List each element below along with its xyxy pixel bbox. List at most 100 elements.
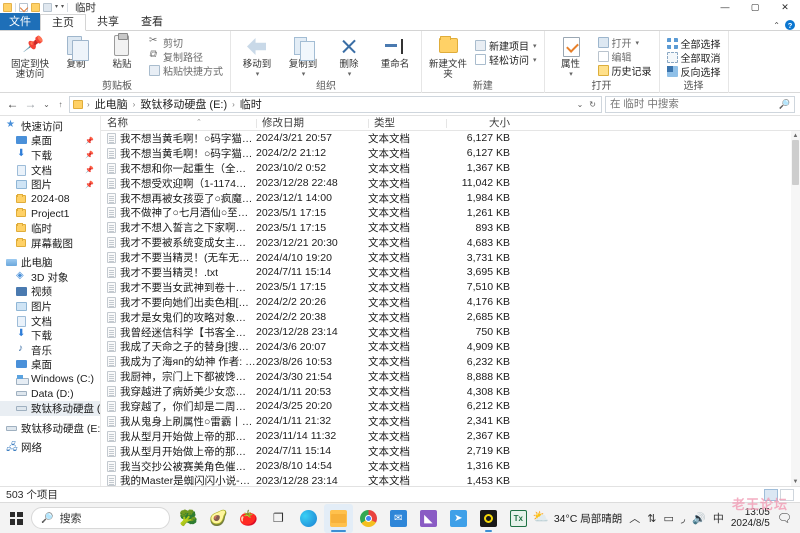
table-row[interactable]: 我穿越了，你们却是二周目=第715章[搜书吧].txt2024/3/25 20:… xyxy=(101,399,800,414)
file-name-cell[interactable]: 我曾经迷信科学【书客全本】.TXT xyxy=(101,325,256,340)
table-row[interactable]: 我才不要当精灵！(无车无房无老婆) [搜书吧].txt2024/4/10 19:… xyxy=(101,250,800,265)
file-name-cell[interactable]: 我不想再被女孩耍了○疯魔或否的部长○全本[.. xyxy=(101,191,256,206)
table-row[interactable]: 我从型月开始做上帝的那点事 作者: 紫衣.txt2023/11/14 11:32… xyxy=(101,429,800,444)
table-row[interactable]: 我穿越进了病娇美少女恋爱游戏[搜书吧].txt2024/1/11 20:53 文本… xyxy=(101,384,800,399)
table-row[interactable]: 我成为了海яп的幼神 作者: 冬量骨酒_125353.t...2023/8/26… xyxy=(101,354,800,369)
folder-icon[interactable] xyxy=(3,2,12,12)
file-name-cell[interactable]: 我才不要当精灵！(无车无房无老婆) [搜书吧].txt xyxy=(101,250,256,265)
sidebar-item-17[interactable]: Windows (C:) xyxy=(0,372,100,387)
table-row[interactable]: 我当交抄公被赛美角色催更了.txt 2023/8/10 14:54 文本文档 1,31… xyxy=(101,459,800,474)
excel-icon[interactable]: Tx xyxy=(504,504,533,533)
copy-to-button[interactable]: 复制到 ▾ xyxy=(281,33,325,78)
chevron-down-icon[interactable]: ▾ xyxy=(569,70,573,78)
sidebar-item-15[interactable]: 音乐 xyxy=(0,343,100,358)
file-name-cell[interactable]: 我从鬼身上刷属性○雷霸丨冷月大大○至527[... xyxy=(101,414,256,429)
file-name-cell[interactable]: 我不做神了○七月酒仙○至第236章.txt xyxy=(101,205,256,220)
pin-icon[interactable]: 📌 xyxy=(85,181,94,189)
history-button[interactable]: 历史记录 xyxy=(595,64,655,78)
column-header-size[interactable]: 大小 xyxy=(446,116,516,131)
select-none-button[interactable]: 全部取消 xyxy=(664,51,724,65)
file-name-cell[interactable]: 我从型月开始做上帝的那点事 作者: 紫衣.txt xyxy=(101,429,256,444)
easy-access-button[interactable]: 轻松访问 ▾ xyxy=(472,53,540,67)
file-name-cell[interactable]: 我才不要被系统变成女主角啊 作者: X还省钱[... xyxy=(101,235,256,250)
file-name-cell[interactable]: 我不想受欢迎啊（1-1174）.txt xyxy=(101,176,256,191)
invert-selection-button[interactable]: 反向选择 xyxy=(664,65,724,79)
table-row[interactable]: 我的Master是蜘闪闪小说-飞卢小说网.txt2023/12/28 23:14… xyxy=(101,473,800,486)
sidebar-item-0[interactable]: 快速访问 xyxy=(0,119,100,134)
file-name-cell[interactable]: 我不想当黄毛啊！○码字猫○ 百合 完美精修版... xyxy=(101,131,256,146)
edge-icon[interactable] xyxy=(294,504,323,533)
taskbar-search-box[interactable]: 🔍 搜索 xyxy=(31,507,170,529)
vertical-scrollbar[interactable]: ▲ ▼ xyxy=(791,131,800,486)
tab-home[interactable]: 主页 xyxy=(40,14,86,31)
battery-icon[interactable]: ▭ xyxy=(663,512,673,525)
table-row[interactable]: 我才不要当精灵！.txt 2024/7/11 15:14 文本文档 3,695 KB xyxy=(101,265,800,280)
breadcrumb[interactable]: › 此电脑 › 致钛移动硬盘 (E:) › 临时 ⌄ ↻ xyxy=(69,95,602,113)
tab-file[interactable]: 文件 xyxy=(0,13,40,30)
pin-icon[interactable]: 📌 xyxy=(85,166,94,174)
chrome-icon[interactable] xyxy=(354,504,383,533)
chevron-down-icon[interactable]: ▾ xyxy=(636,39,640,47)
chevron-down-icon[interactable]: ▾ xyxy=(256,70,260,78)
network-icon[interactable]: ⇅ xyxy=(647,512,656,525)
sidebar-item-21[interactable]: 网络 xyxy=(0,440,100,455)
breadcrumb-item-folder[interactable]: 临时 xyxy=(239,96,263,112)
file-name-cell[interactable]: 我的Master是蜘闪闪小说-飞卢小说网.txt xyxy=(101,473,256,486)
delete-button[interactable]: 删除 ▾ xyxy=(327,33,371,79)
pin-to-quick-access-button[interactable]: 固定到快速访问 xyxy=(8,33,52,80)
tomato-icon[interactable]: 🍅 xyxy=(234,504,263,533)
visual-studio-icon[interactable]: ◣ xyxy=(414,504,443,533)
refresh-icon[interactable]: ↻ xyxy=(589,100,596,109)
show-hidden-icons-button[interactable]: ︿ xyxy=(629,510,640,526)
search-input[interactable] xyxy=(610,98,779,110)
table-row[interactable]: 我厨神，宗门上下都被馋哭了1-1351[搜书吧].txt2024/3/30 21… xyxy=(101,369,800,384)
table-row[interactable]: 我才不要当女武神到卷十五 重返大夜叉 第58章...2023/5/1 17:15… xyxy=(101,280,800,295)
file-name-cell[interactable]: 我不想当黄毛啊！○码字猫○998完美精修版[... xyxy=(101,146,256,161)
avocado-icon[interactable]: 🥑 xyxy=(204,504,233,533)
notification-icon[interactable]: 🗨 xyxy=(777,511,792,525)
sidebar-item-18[interactable]: Data (D:) xyxy=(0,387,100,402)
file-name-cell[interactable]: 我厨神，宗门上下都被馋哭了1-1351[搜书吧].txt xyxy=(101,369,256,384)
properties-icon[interactable] xyxy=(19,2,28,12)
table-row[interactable]: 我才不要被系统变成女主角啊 作者: X还省钱[...2023/12/21 20:… xyxy=(101,235,800,250)
sidebar-item-7[interactable]: 临时 xyxy=(0,221,100,236)
table-row[interactable]: 我不想和你一起重生（全本）.txt 2023/10/2 0:52 文本文档 1,367… xyxy=(101,161,800,176)
file-name-cell[interactable]: 我才不想入誓言之下家啊！（完本）.txt xyxy=(101,220,256,235)
help-icon[interactable]: ? xyxy=(785,20,795,30)
customize-qat-icon[interactable]: ▾ xyxy=(61,4,64,10)
pin-icon[interactable]: 📌 xyxy=(85,137,94,145)
paste-shortcut-button[interactable]: 粘贴快捷方式 xyxy=(146,64,226,78)
weather-widget[interactable]: 34°C 局部晴朗 xyxy=(533,509,622,526)
sidebar-item-16[interactable]: 桌面 xyxy=(0,358,100,373)
new-folder-icon[interactable] xyxy=(31,2,40,12)
file-name-cell[interactable]: 我成为了海яп的幼神 作者: 冬量骨酒_125353.t... xyxy=(101,354,256,369)
new-item-icon[interactable] xyxy=(43,2,52,12)
sidebar-item-19[interactable]: 致钛移动硬盘 (E:) xyxy=(0,401,100,416)
wifi-icon[interactable]: ◞ xyxy=(681,512,685,525)
file-explorer-icon[interactable] xyxy=(323,503,353,533)
table-row[interactable]: 我不想当黄毛啊！○码字猫○ 百合 完美精修版...2024/3/21 20:57… xyxy=(101,131,800,146)
file-name-cell[interactable]: 我才不要当女武神到卷十五 重返大夜叉 第58章... xyxy=(101,280,256,295)
sidebar-item-1[interactable]: 桌面 📌 xyxy=(0,134,100,149)
search-icon[interactable]: 🔍 xyxy=(779,99,790,110)
search-box[interactable]: 🔍 xyxy=(605,95,795,113)
close-button[interactable]: ✕ xyxy=(770,0,800,14)
open-button[interactable]: 打开 ▾ xyxy=(595,36,655,50)
chevron-down-icon[interactable]: ▾ xyxy=(55,4,58,10)
file-list[interactable]: 我不想当黄毛啊！○码字猫○ 百合 完美精修版...2024/3/21 20:57… xyxy=(101,131,800,486)
maximize-button[interactable]: ▢ xyxy=(740,0,770,14)
sidebar-item-20[interactable]: 致钛移动硬盘 (E:) xyxy=(0,421,100,436)
file-name-cell[interactable]: 我从型月开始做上帝的那点事.txt xyxy=(101,444,256,459)
sidebar-item-10[interactable]: 3D 对象 xyxy=(0,270,100,285)
file-name-cell[interactable]: 我才不要当精灵！.txt xyxy=(101,265,256,280)
file-name-cell[interactable]: 我不想和你一起重生（全本）.txt xyxy=(101,161,256,176)
sidebar-item-14[interactable]: 下载 xyxy=(0,328,100,343)
cut-button[interactable]: 剪切 xyxy=(146,35,226,50)
chevron-down-icon[interactable]: ▾ xyxy=(302,70,306,78)
table-row[interactable]: 我才不想入誓言之下家啊！（完本）.txt2023/5/1 17:15 文本文档 89… xyxy=(101,220,800,235)
minimize-button[interactable]: — xyxy=(710,0,740,14)
new-folder-button[interactable]: 新建文件夹 xyxy=(426,33,470,80)
table-row[interactable]: 我成了天命之子的替身[搜书吧].txt2024/3/6 20:07 文本文档 4,9… xyxy=(101,339,800,354)
copy-path-button[interactable]: 复制路径 xyxy=(146,49,226,64)
pin-icon[interactable]: 📌 xyxy=(85,151,94,159)
